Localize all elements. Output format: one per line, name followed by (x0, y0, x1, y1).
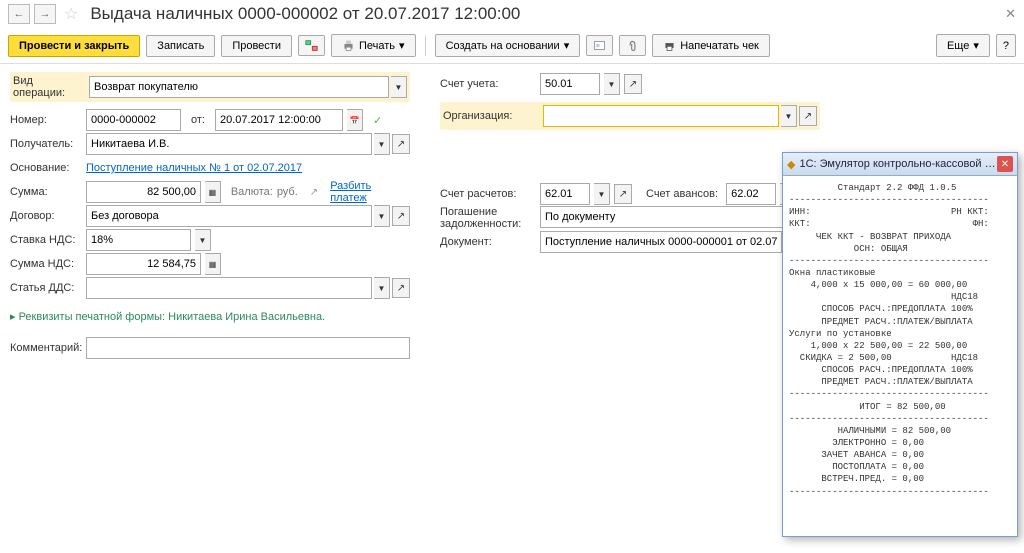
currency-open-icon[interactable]: ↗ (310, 187, 318, 198)
calc-account-field[interactable] (540, 183, 590, 205)
basis-link[interactable]: Поступление наличных № 1 от 02.07.2017 (86, 162, 302, 174)
account-label: Счет учета: (440, 78, 536, 90)
dropdown-icon[interactable]: ▼ (781, 105, 797, 127)
close-icon[interactable]: ✕ (1005, 6, 1016, 22)
print-check-button[interactable]: Напечатать чек (652, 34, 770, 57)
org-field[interactable] (543, 105, 779, 127)
nav-fwd[interactable]: → (34, 4, 56, 24)
card-icon (593, 39, 606, 52)
date-field[interactable] (215, 109, 343, 131)
op-type-field[interactable] (89, 76, 389, 98)
currency-label: Валюта: (231, 186, 273, 198)
app-icon: ◆ (787, 158, 795, 171)
receipt-window-title: 1С: Эмулятор контрольно-кассовой техники… (799, 158, 997, 170)
open-icon[interactable]: ↗ (392, 206, 410, 226)
dossier-button[interactable] (586, 35, 613, 56)
check-icon[interactable]: ✓ (373, 114, 382, 127)
vat-rate-field[interactable] (86, 229, 191, 251)
sum-label: Сумма: (10, 186, 82, 198)
debt-repay-label: Погашениезадолженности: (440, 206, 536, 230)
post-button[interactable]: Провести (221, 35, 292, 57)
contract-label: Договор: (10, 210, 82, 222)
open-icon[interactable]: ↗ (624, 74, 642, 94)
dropdown-icon[interactable]: ▼ (374, 277, 390, 299)
dropdown-icon[interactable]: ▼ (374, 133, 390, 155)
help-button[interactable]: ? (996, 34, 1016, 57)
post-and-close-button[interactable]: Провести и закрыть (8, 35, 140, 57)
recipient-field[interactable] (86, 133, 372, 155)
vat-sum-label: Сумма НДС: (10, 258, 82, 270)
vat-sum-field[interactable] (86, 253, 201, 275)
op-type-label: Вид операции: (13, 75, 85, 99)
basis-label: Основание: (10, 162, 82, 174)
open-icon[interactable]: ↗ (392, 278, 410, 298)
dropdown-icon[interactable]: ▼ (374, 205, 390, 227)
currency-value: руб. (277, 186, 298, 198)
movement-button[interactable] (298, 35, 325, 56)
more-button[interactable]: Еще ▾ (936, 34, 990, 57)
page-title: Выдача наличных 0000-000002 от 20.07.201… (90, 4, 520, 24)
receipt-emulator-window: ◆ 1С: Эмулятор контрольно-кассовой техни… (782, 152, 1018, 537)
sum-field[interactable] (86, 181, 201, 203)
receipt-icon (663, 39, 676, 52)
receipt-body: Стандарт 2.2 ФФД 1.0.5 -----------------… (783, 176, 1017, 536)
receipt-close-icon[interactable]: ✕ (997, 156, 1013, 172)
dropdown-icon[interactable]: ▼ (195, 229, 211, 251)
document-label: Документ: (440, 236, 536, 248)
recipient-label: Получатель: (10, 138, 82, 150)
dds-field[interactable] (86, 277, 372, 299)
calc-account-label: Счет расчетов: (440, 188, 536, 200)
calc-icon[interactable]: ▦ (205, 181, 221, 203)
split-payment-link[interactable]: Разбить платеж (330, 180, 410, 204)
attach-button[interactable] (619, 35, 646, 56)
create-based-button[interactable]: Создать на основании ▾ (435, 34, 581, 57)
clip-icon (626, 39, 639, 52)
vat-rate-label: Ставка НДС: (10, 234, 82, 246)
nav-back[interactable]: ← (8, 4, 30, 24)
account-field[interactable] (540, 73, 600, 95)
open-icon[interactable]: ↗ (614, 184, 632, 204)
dropdown-icon[interactable]: ▼ (391, 76, 407, 98)
separator (425, 36, 426, 56)
open-icon[interactable]: ↗ (392, 134, 410, 154)
dt-kt-icon (305, 39, 318, 52)
from-label: от: (191, 114, 205, 126)
comment-label: Комментарий: (10, 342, 82, 354)
calc-icon[interactable]: ▦ (205, 253, 221, 275)
debt-repay-field[interactable] (540, 206, 802, 228)
comment-field[interactable] (86, 337, 410, 359)
number-field[interactable] (86, 109, 181, 131)
advance-account-label: Счет авансов: (646, 188, 718, 200)
number-label: Номер: (10, 114, 82, 126)
print-button[interactable]: Печать ▾ (331, 34, 416, 57)
contract-field[interactable] (86, 205, 372, 227)
dds-label: Статья ДДС: (10, 282, 82, 294)
printer-icon (342, 39, 355, 52)
print-form-details[interactable]: ▸ Реквизиты печатной формы: Никитаева Ир… (10, 310, 325, 323)
advance-account-field[interactable] (726, 183, 776, 205)
org-label: Организация: (443, 110, 539, 122)
dropdown-icon[interactable]: ▼ (604, 73, 620, 95)
favorite-icon[interactable]: ☆ (64, 4, 78, 24)
dropdown-icon[interactable]: ▼ (594, 183, 610, 205)
open-icon[interactable]: ↗ (799, 106, 817, 126)
save-button[interactable]: Записать (146, 35, 215, 57)
calendar-icon[interactable]: 📅 (347, 109, 363, 131)
document-field[interactable] (540, 231, 782, 253)
